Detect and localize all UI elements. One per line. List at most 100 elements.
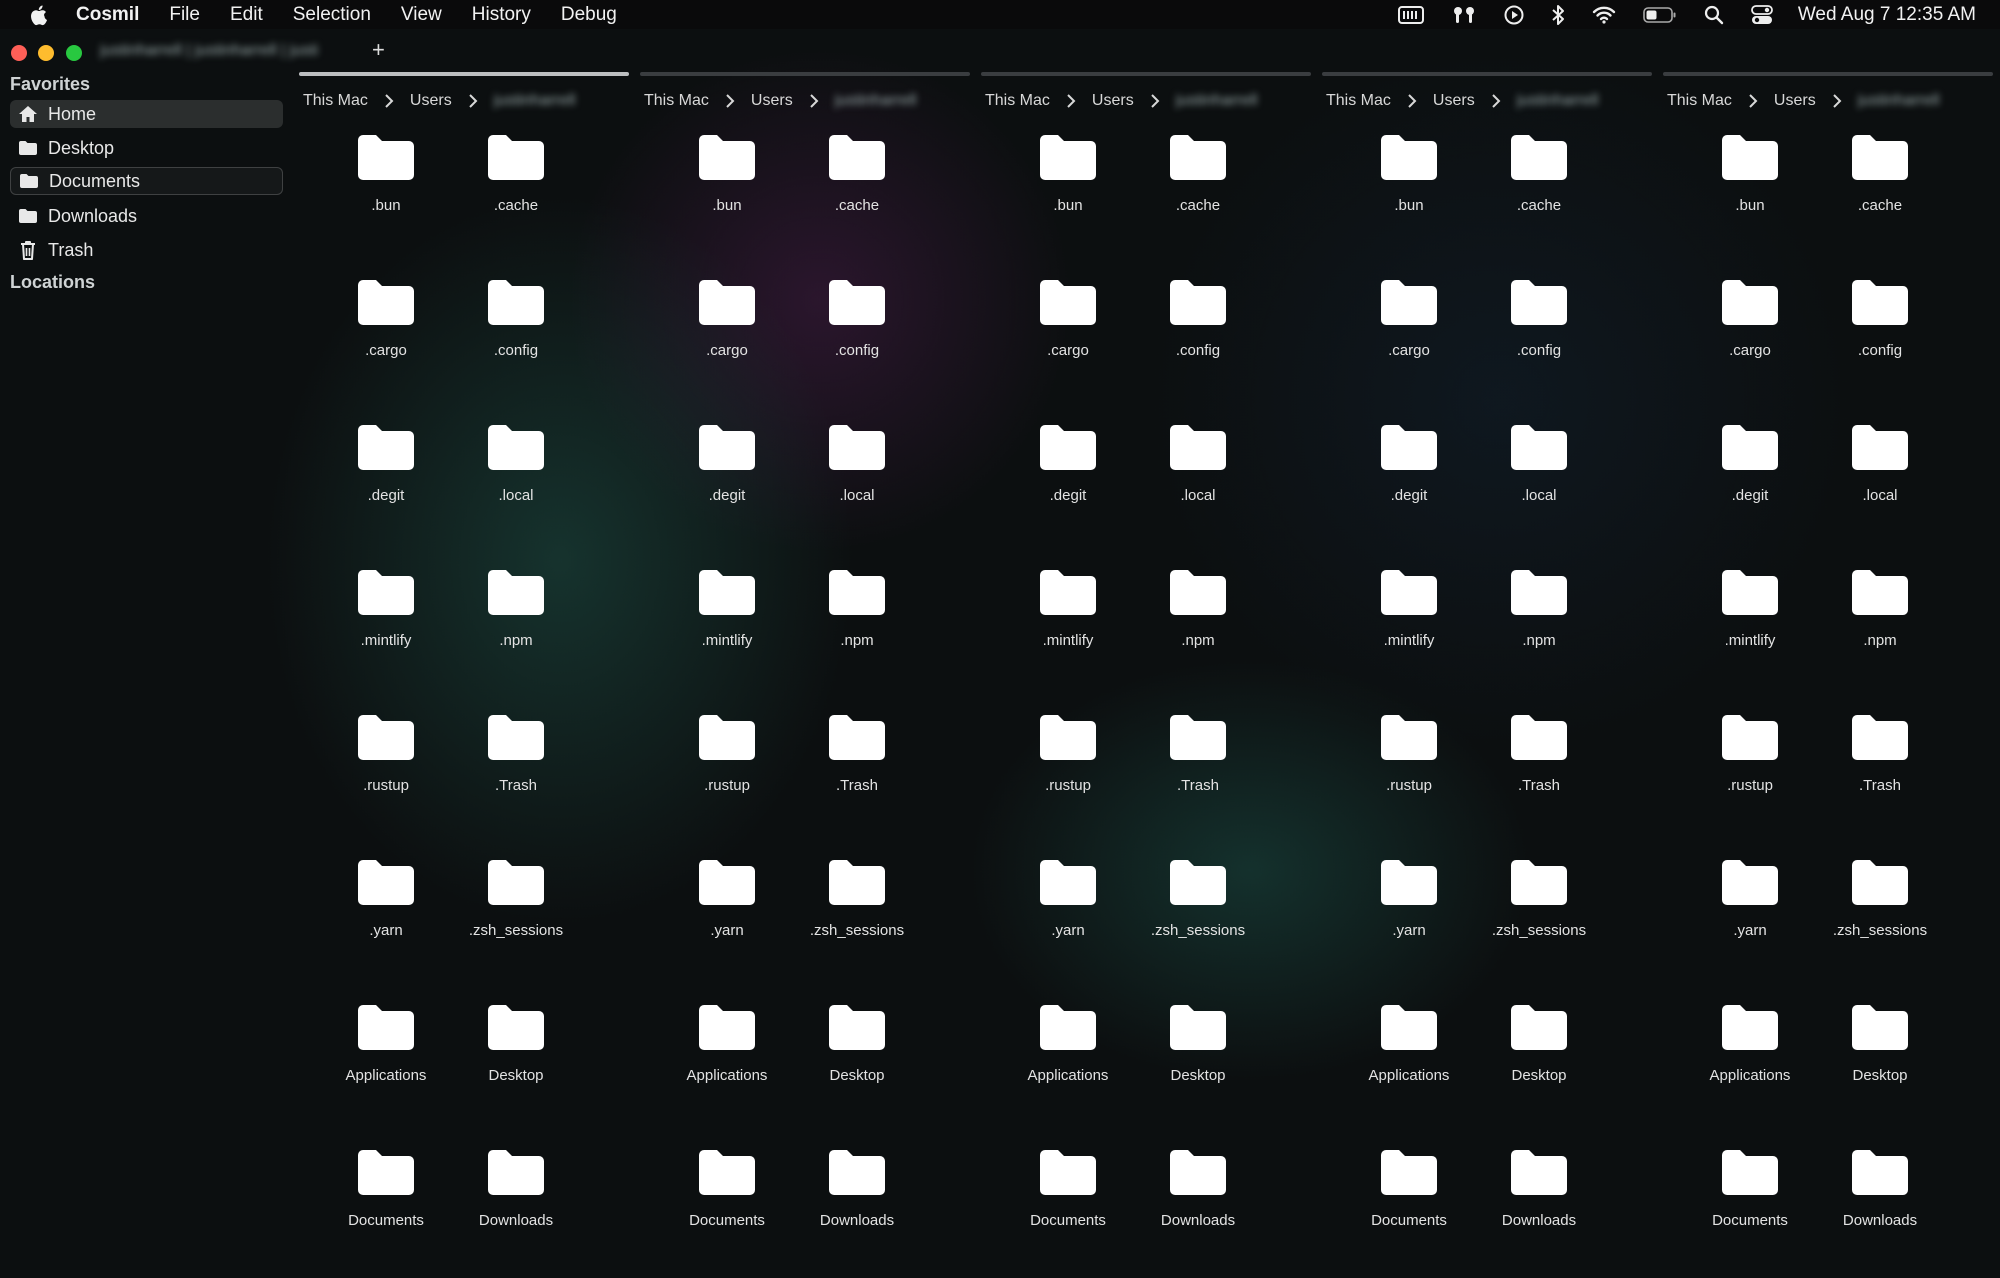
folder-item[interactable]: Applications: [1685, 988, 1815, 1133]
breadcrumb-item[interactable]: justinharrell: [494, 92, 584, 110]
folder-item[interactable]: .Trash: [451, 698, 581, 843]
folder-item[interactable]: .config: [451, 263, 581, 408]
sidebar-item-documents[interactable]: Documents: [10, 167, 283, 195]
folder-item[interactable]: Downloads: [1474, 1133, 1604, 1278]
folder-item[interactable]: .rustup: [1003, 698, 1133, 843]
folder-item[interactable]: .bun: [662, 118, 792, 263]
menubar-clock[interactable]: Wed Aug 7 12:35 AM: [1798, 4, 1976, 26]
folder-item[interactable]: .Trash: [1133, 698, 1263, 843]
folder-item[interactable]: .zsh_sessions: [792, 843, 922, 988]
folder-item[interactable]: Desktop: [792, 988, 922, 1133]
folder-item[interactable]: .yarn: [321, 843, 451, 988]
breadcrumb-item[interactable]: Users: [1774, 92, 1816, 110]
folder-item[interactable]: .zsh_sessions: [451, 843, 581, 988]
folder-item[interactable]: Desktop: [1474, 988, 1604, 1133]
folder-item[interactable]: Documents: [1344, 1133, 1474, 1278]
sidebar-item-home[interactable]: Home: [10, 100, 283, 128]
bluetooth-icon[interactable]: [1551, 4, 1565, 26]
folder-item[interactable]: .npm: [451, 553, 581, 698]
folder-item[interactable]: .cache: [451, 118, 581, 263]
folder-item[interactable]: .local: [792, 408, 922, 553]
breadcrumb-item[interactable]: This Mac: [1326, 92, 1391, 110]
breadcrumb-item[interactable]: This Mac: [303, 92, 368, 110]
new-tab-button[interactable]: +: [372, 37, 385, 63]
folder-item[interactable]: .Trash: [1474, 698, 1604, 843]
folder-item[interactable]: .config: [1133, 263, 1263, 408]
folder-item[interactable]: Downloads: [792, 1133, 922, 1278]
file-pane[interactable]: This Mac Users justinharrell .bun .cache .car…: [1663, 72, 1993, 1232]
folder-item[interactable]: .local: [1474, 408, 1604, 553]
folder-item[interactable]: .mintlify: [1685, 553, 1815, 698]
folder-item[interactable]: Downloads: [1815, 1133, 1945, 1278]
folder-item[interactable]: .cargo: [662, 263, 792, 408]
breadcrumb-item[interactable]: justinharrell: [1858, 92, 1948, 110]
folder-item[interactable]: .degit: [1344, 408, 1474, 553]
folder-item[interactable]: .mintlify: [1003, 553, 1133, 698]
folder-item[interactable]: .cargo: [321, 263, 451, 408]
breadcrumb-item[interactable]: justinharrell: [1176, 92, 1266, 110]
breadcrumb-item[interactable]: This Mac: [985, 92, 1050, 110]
folder-item[interactable]: .cargo: [1344, 263, 1474, 408]
folder-item[interactable]: .local: [1133, 408, 1263, 553]
menu-file[interactable]: File: [169, 4, 200, 26]
folder-item[interactable]: .npm: [792, 553, 922, 698]
breadcrumb-item[interactable]: justinharrell: [835, 92, 925, 110]
window-minimize-button[interactable]: [38, 45, 54, 61]
folder-item[interactable]: .bun: [1003, 118, 1133, 263]
folder-item[interactable]: Documents: [321, 1133, 451, 1278]
folder-item[interactable]: Desktop: [1815, 988, 1945, 1133]
app-menu-cosmil[interactable]: Cosmil: [76, 4, 139, 26]
folder-item[interactable]: Applications: [662, 988, 792, 1133]
folder-item[interactable]: Desktop: [1133, 988, 1263, 1133]
control-center-icon[interactable]: [1750, 4, 1773, 25]
breadcrumb-item[interactable]: Users: [1433, 92, 1475, 110]
folder-item[interactable]: .cache: [1133, 118, 1263, 263]
folder-item[interactable]: .yarn: [1003, 843, 1133, 988]
folder-item[interactable]: .yarn: [1685, 843, 1815, 988]
breadcrumb-item[interactable]: This Mac: [1667, 92, 1732, 110]
folder-item[interactable]: .npm: [1133, 553, 1263, 698]
breadcrumb-item[interactable]: Users: [1092, 92, 1134, 110]
folder-item[interactable]: .yarn: [662, 843, 792, 988]
file-pane[interactable]: This Mac Users justinharrell .bun .cache .car…: [299, 72, 629, 1232]
folder-item[interactable]: .zsh_sessions: [1133, 843, 1263, 988]
folder-item[interactable]: .bun: [1344, 118, 1474, 263]
wifi-icon[interactable]: [1592, 6, 1616, 24]
folder-item[interactable]: .local: [1815, 408, 1945, 553]
file-pane[interactable]: This Mac Users justinharrell .bun .cache .car…: [640, 72, 970, 1232]
folder-item[interactable]: .config: [1815, 263, 1945, 408]
folder-item[interactable]: Downloads: [451, 1133, 581, 1278]
menu-history[interactable]: History: [472, 4, 531, 26]
folder-item[interactable]: Documents: [1003, 1133, 1133, 1278]
sidebar-item-desktop[interactable]: Desktop: [10, 134, 283, 162]
window-close-button[interactable]: [11, 45, 27, 61]
menu-debug[interactable]: Debug: [561, 4, 617, 26]
folder-item[interactable]: .rustup: [662, 698, 792, 843]
file-pane[interactable]: This Mac Users justinharrell .bun .cache .car…: [981, 72, 1311, 1232]
folder-item[interactable]: .npm: [1815, 553, 1945, 698]
battery-icon[interactable]: [1643, 6, 1677, 24]
folder-item[interactable]: .degit: [662, 408, 792, 553]
menu-selection[interactable]: Selection: [293, 4, 371, 26]
menu-view[interactable]: View: [401, 4, 442, 26]
folder-item[interactable]: .cache: [792, 118, 922, 263]
folder-item[interactable]: .cache: [1815, 118, 1945, 263]
folder-item[interactable]: .config: [1474, 263, 1604, 408]
play-icon[interactable]: [1504, 5, 1524, 25]
folder-item[interactable]: .bun: [321, 118, 451, 263]
folder-item[interactable]: Downloads: [1133, 1133, 1263, 1278]
folder-item[interactable]: .rustup: [1344, 698, 1474, 843]
file-pane[interactable]: This Mac Users justinharrell .bun .cache .car…: [1322, 72, 1652, 1232]
folder-item[interactable]: Applications: [1003, 988, 1133, 1133]
folder-item[interactable]: .npm: [1474, 553, 1604, 698]
folder-item[interactable]: Applications: [321, 988, 451, 1133]
breadcrumb-item[interactable]: Users: [410, 92, 452, 110]
folder-item[interactable]: .degit: [1003, 408, 1133, 553]
folder-item[interactable]: .mintlify: [662, 553, 792, 698]
sidebar-item-trash[interactable]: Trash: [10, 236, 283, 264]
folder-item[interactable]: .degit: [321, 408, 451, 553]
folder-item[interactable]: .Trash: [792, 698, 922, 843]
search-icon[interactable]: [1704, 5, 1724, 25]
tab-title[interactable]: justinharrell | justinharrell | justi: [100, 42, 360, 62]
folder-item[interactable]: Desktop: [451, 988, 581, 1133]
